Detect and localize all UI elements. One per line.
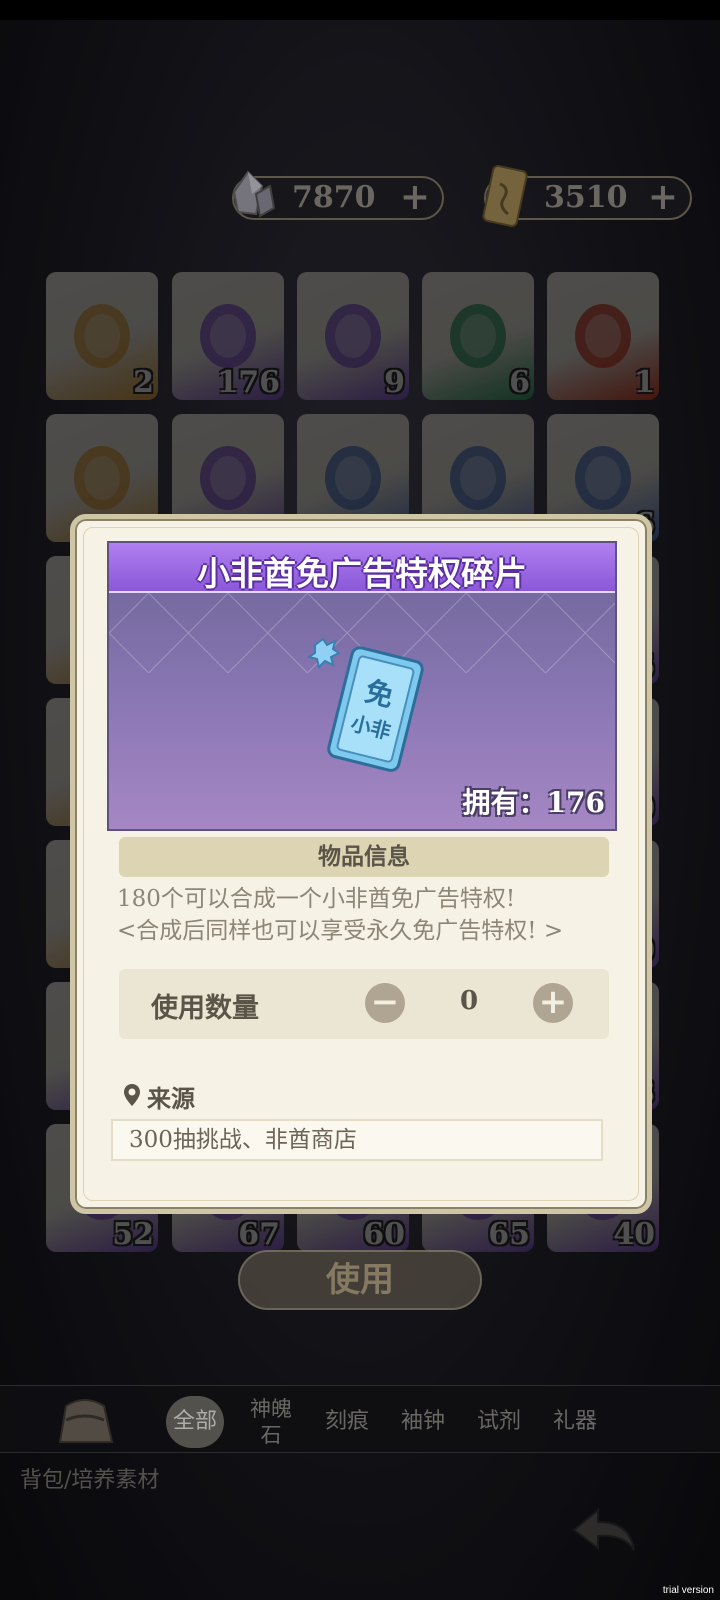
quantity-value: 0 [459, 986, 479, 1016]
location-pin-icon [124, 1084, 140, 1106]
item-title: 小非酋免广告特权碎片 [197, 554, 527, 593]
owned-count: 拥有：176 [462, 786, 605, 819]
increase-quantity-button[interactable]: + [533, 983, 573, 1023]
title-bar: 小非酋免广告特权碎片 [109, 543, 615, 593]
ad-free-ticket-fragment-icon: 免 小非 [306, 637, 424, 772]
item-detail-dialog: 小非酋免广告特权碎片 免 小非 拥有：176 物品信息 180个可以合成一个小非… [70, 514, 652, 1214]
item-info-header: 物品信息 [119, 837, 609, 877]
source-label: 来源 [147, 1084, 195, 1113]
item-description: 180个可以合成一个小非酋免广告特权! <合成后同样也可以享受永久免广告特权! … [117, 883, 617, 947]
item-banner: 小非酋免广告特权碎片 免 小非 拥有：176 [107, 541, 617, 831]
source-value: 300抽挑战、非酋商店 [111, 1119, 603, 1161]
description-line-2: <合成后同样也可以享受永久免广告特权! > [117, 918, 564, 944]
quantity-label: 使用数量 [151, 993, 259, 1024]
game-screen: 7870 + 3510 + 21769616160085267606540 使用… [0, 0, 720, 1600]
description-line-1: 180个可以合成一个小非酋免广告特权! [117, 886, 516, 912]
trial-watermark: trial version [662, 1585, 714, 1596]
decrease-quantity-button[interactable]: − [365, 983, 405, 1023]
quantity-selector: 使用数量 − 0 + [119, 969, 609, 1039]
